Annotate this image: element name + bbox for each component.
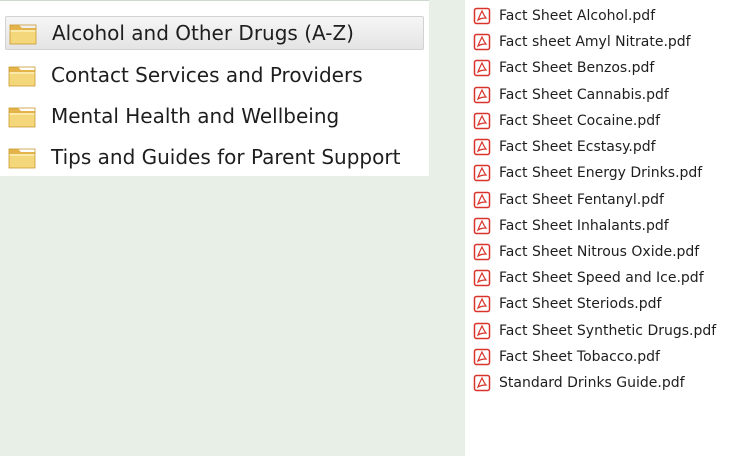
file-item[interactable]: Fact Sheet Tobacco.pdf [465, 345, 732, 369]
folder-icon [8, 107, 36, 128]
pdf-icon [473, 164, 491, 182]
pdf-icon [473, 243, 491, 261]
file-label: Fact Sheet Alcohol.pdf [499, 8, 656, 24]
file-label: Fact Sheet Ecstasy.pdf [499, 139, 656, 155]
file-label: Fact Sheet Speed and Ice.pdf [499, 270, 704, 286]
file-label: Fact Sheet Steriods.pdf [499, 296, 662, 312]
file-label: Standard Drinks Guide.pdf [499, 375, 685, 391]
folder-icon [8, 66, 36, 87]
file-item[interactable]: Fact Sheet Cocaine.pdf [465, 109, 732, 133]
file-item[interactable]: Standard Drinks Guide.pdf [465, 371, 732, 395]
file-item[interactable]: Fact Sheet Energy Drinks.pdf [465, 161, 732, 185]
file-label: Fact Sheet Cocaine.pdf [499, 113, 661, 129]
pdf-icon [473, 7, 491, 25]
file-list: Fact Sheet Alcohol.pdf Fact sheet Amyl N… [465, 0, 732, 456]
file-item[interactable]: Fact Sheet Nitrous Oxide.pdf [465, 240, 732, 264]
file-label: Fact Sheet Benzos.pdf [499, 60, 655, 76]
pdf-icon [473, 138, 491, 156]
folder-item-contact-services-and-providers[interactable]: Contact Services and Providers [5, 58, 424, 92]
file-item[interactable]: Fact Sheet Steriods.pdf [465, 292, 732, 316]
file-item[interactable]: Fact Sheet Speed and Ice.pdf [465, 266, 732, 290]
pdf-icon [473, 295, 491, 313]
pdf-icon [473, 348, 491, 366]
file-item[interactable]: Fact sheet Amyl Nitrate.pdf [465, 30, 732, 54]
folder-icon [9, 24, 37, 45]
folder-item-alcohol-and-other-drugs[interactable]: Alcohol and Other Drugs (A-Z) [5, 16, 424, 50]
file-label: Fact Sheet Energy Drinks.pdf [499, 165, 703, 181]
folder-icon [8, 148, 36, 169]
file-item[interactable]: Fact Sheet Cannabis.pdf [465, 83, 732, 107]
folder-item-mental-health-and-wellbeing[interactable]: Mental Health and Wellbeing [5, 99, 424, 133]
pdf-icon [473, 59, 491, 77]
file-label: Fact Sheet Fentanyl.pdf [499, 192, 664, 208]
file-item[interactable]: Fact Sheet Fentanyl.pdf [465, 188, 732, 212]
file-item[interactable]: Fact Sheet Synthetic Drugs.pdf [465, 319, 732, 343]
file-label: Fact Sheet Inhalants.pdf [499, 218, 669, 234]
pdf-icon [473, 322, 491, 340]
folder-label: Alcohol and Other Drugs (A-Z) [52, 21, 354, 45]
folder-label: Mental Health and Wellbeing [51, 104, 340, 128]
pdf-icon [473, 374, 491, 392]
file-item[interactable]: Fact Sheet Benzos.pdf [465, 56, 732, 80]
pdf-icon [473, 86, 491, 104]
pdf-icon [473, 112, 491, 130]
file-label: Fact sheet Amyl Nitrate.pdf [499, 34, 691, 50]
folder-label: Contact Services and Providers [51, 63, 363, 87]
file-label: Fact Sheet Synthetic Drugs.pdf [499, 323, 717, 339]
pdf-icon [473, 33, 491, 51]
file-item[interactable]: Fact Sheet Ecstasy.pdf [465, 135, 732, 159]
pdf-icon [473, 217, 491, 235]
pdf-icon [473, 269, 491, 287]
folder-label: Tips and Guides for Parent Support [51, 145, 401, 169]
pdf-icon [473, 191, 491, 209]
file-label: Fact Sheet Nitrous Oxide.pdf [499, 244, 700, 260]
file-item[interactable]: Fact Sheet Inhalants.pdf [465, 214, 732, 238]
file-item[interactable]: Fact Sheet Alcohol.pdf [465, 4, 732, 28]
file-label: Fact Sheet Cannabis.pdf [499, 87, 669, 103]
file-label: Fact Sheet Tobacco.pdf [499, 349, 660, 365]
folder-item-tips-and-guides-for-parent-support[interactable]: Tips and Guides for Parent Support [5, 140, 424, 174]
folder-list: Alcohol and Other Drugs (A-Z) Contact Se… [0, 0, 429, 176]
